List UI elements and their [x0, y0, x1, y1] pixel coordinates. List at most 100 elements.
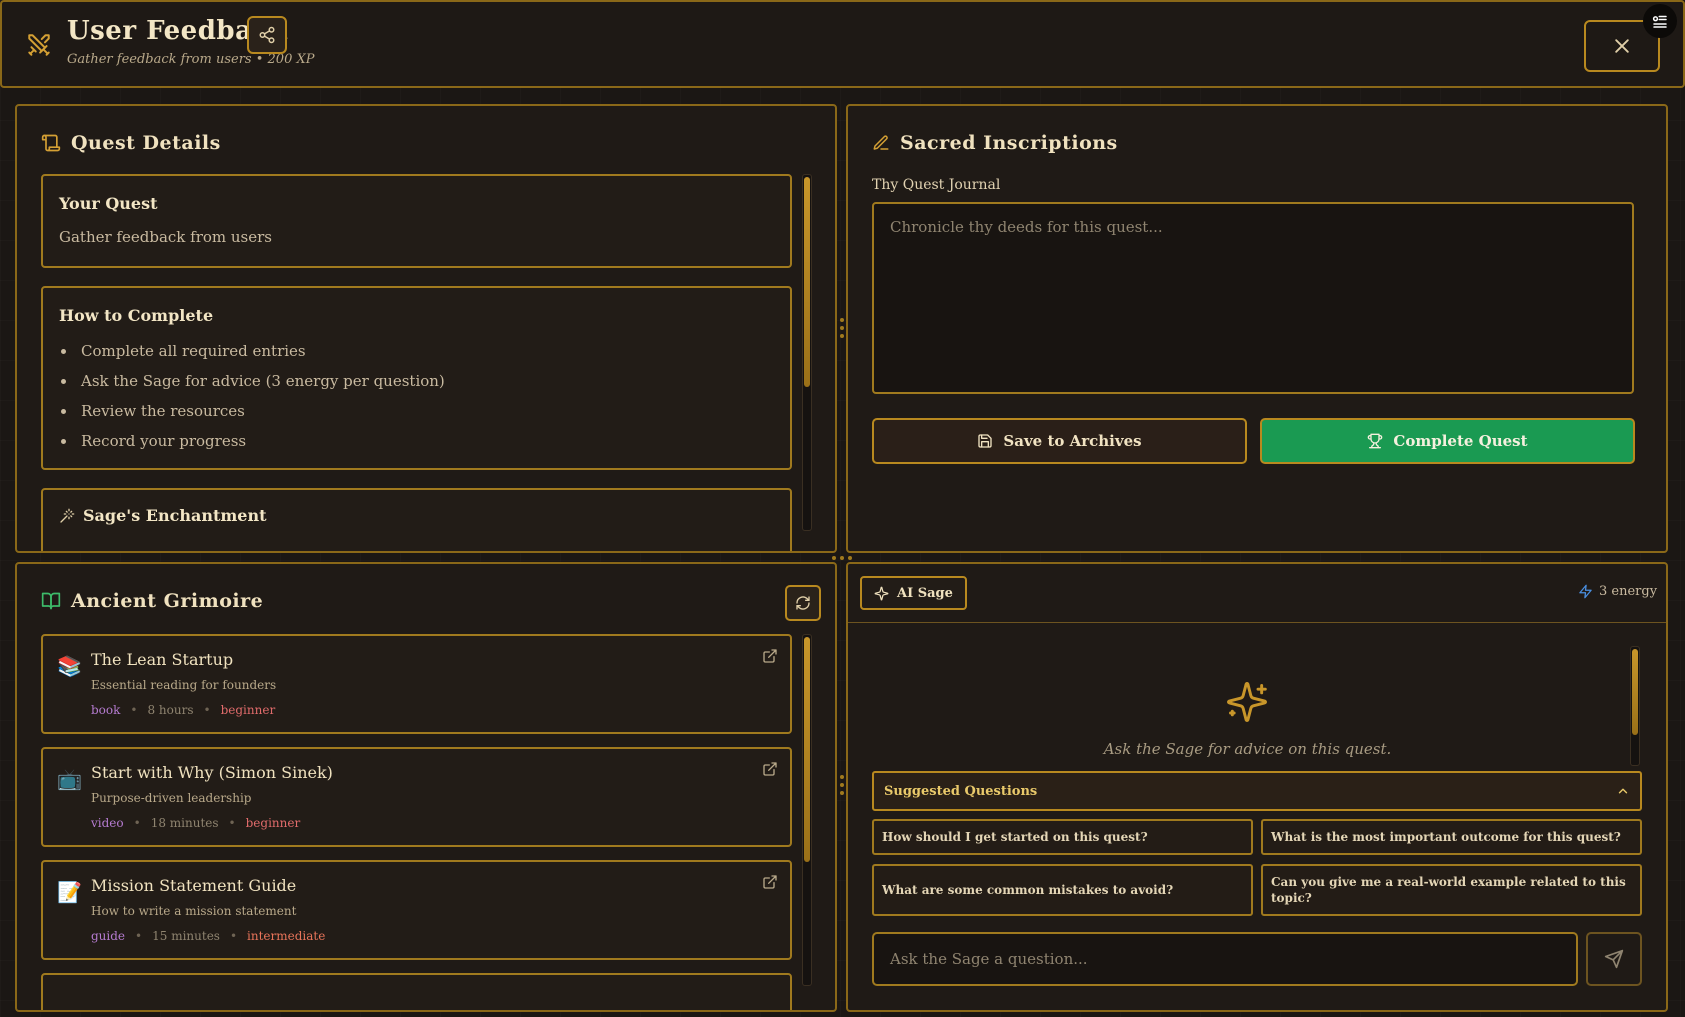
ask-sage-input[interactable]: Ask the Sage a question... — [872, 932, 1578, 986]
resource-description: Purpose-driven leadership — [91, 791, 252, 805]
resource-card[interactable]: 📺 Start with Why (Simon Sinek) Purpose-d… — [41, 747, 792, 847]
suggested-questions-toggle[interactable]: Suggested Questions — [872, 771, 1642, 811]
crossed-swords-icon — [28, 34, 50, 56]
resource-type: video — [91, 816, 124, 830]
complete-quest-button[interactable]: Complete Quest — [1260, 418, 1635, 464]
page-subtitle: Gather feedback from users • 200 XP — [67, 52, 315, 67]
suggested-question-button[interactable]: What are some common mistakes to avoid? — [872, 864, 1253, 916]
how-to-complete-list: Complete all required entries Ask the Sa… — [59, 336, 445, 456]
sparkles-large-icon — [1227, 682, 1267, 722]
share-button[interactable] — [247, 16, 287, 54]
menu-toggle-button[interactable] — [1643, 4, 1677, 38]
grip-dot — [848, 556, 852, 560]
save-to-archives-button[interactable]: Save to Archives — [872, 418, 1247, 464]
quest-header: User Feedback Gather feedback from users… — [0, 0, 1685, 88]
separator-dot: • — [228, 816, 236, 830]
how-to-complete-card: How to Complete Complete all required en… — [41, 286, 792, 470]
external-link-icon[interactable] — [762, 874, 778, 890]
quest-details-panel: Quest Details Your Quest Gather feedback… — [15, 104, 837, 553]
resource-meta: guide • 15 minutes • intermediate — [91, 929, 325, 943]
send-button[interactable] — [1586, 932, 1642, 986]
resource-description: Essential reading for founders — [91, 678, 277, 692]
resource-meta: video • 18 minutes • beginner — [91, 816, 300, 830]
vertical-resize-handle-top[interactable] — [840, 318, 844, 344]
resource-level: beginner — [245, 816, 301, 830]
chevron-up-icon — [1618, 788, 1628, 794]
grip-dot — [840, 334, 844, 338]
open-book-icon — [41, 592, 61, 610]
complete-button-label: Complete Quest — [1393, 432, 1528, 450]
quest-journal-textarea[interactable]: Chronicle thy deeds for this quest... — [872, 202, 1634, 394]
refresh-icon — [796, 596, 810, 610]
scrollbar-thumb[interactable] — [804, 177, 810, 387]
resource-card[interactable]: 📚 The Lean Startup Essential reading for… — [41, 634, 792, 734]
resource-type: guide — [91, 929, 126, 943]
resource-type: book — [91, 703, 121, 717]
resource-meta: book • 8 hours • beginner — [91, 703, 275, 717]
grip-dot — [840, 791, 844, 795]
grimoire-title: Ancient Grimoire — [71, 590, 264, 612]
resource-duration: 15 minutes — [152, 929, 220, 943]
grip-dot — [840, 318, 844, 322]
floppy-disk-icon — [978, 434, 993, 448]
books-icon: 📚 — [57, 654, 82, 678]
trophy-icon — [1368, 433, 1383, 449]
sage-chat-scrollbar[interactable] — [1630, 646, 1640, 766]
resource-title: Start with Why (Simon Sinek) — [91, 763, 333, 782]
tv-icon: 📺 — [57, 767, 82, 791]
energy-count: 3 energy — [1599, 584, 1658, 599]
ai-sage-tab[interactable]: AI Sage — [860, 576, 967, 610]
sages-enchantment-card: Sage's Enchantment — [41, 488, 792, 551]
sages-enchantment-heading: Sage's Enchantment — [83, 506, 267, 525]
vertical-resize-handle-bottom[interactable] — [840, 775, 844, 801]
sage-empty-message: Ask the Sage for advice on this quest. — [1103, 740, 1392, 758]
settings-list-icon — [1652, 15, 1667, 28]
ai-sage-tab-label: AI Sage — [897, 585, 953, 601]
scrollbar-thumb[interactable] — [804, 637, 810, 862]
separator-dot: • — [203, 703, 211, 717]
pen-icon — [873, 135, 889, 150]
resource-title: Mission Statement Guide — [91, 876, 297, 895]
list-item: Review the resources — [59, 396, 445, 426]
separator-dot: • — [130, 703, 138, 717]
your-quest-card: Your Quest Gather feedback from users — [41, 174, 792, 268]
ancient-grimoire-panel: Ancient Grimoire 📚 The Lean Startup Esse… — [15, 562, 837, 1012]
sage-header-divider — [848, 622, 1666, 623]
magic-wand-icon — [60, 508, 75, 523]
inscriptions-title: Sacred Inscriptions — [900, 132, 1118, 154]
suggested-question-button[interactable]: Can you give me a real-world example rel… — [1261, 864, 1642, 916]
how-to-complete-heading: How to Complete — [59, 306, 214, 325]
close-icon — [1615, 39, 1629, 53]
sparkles-icon — [874, 586, 889, 600]
list-item: Ask the Sage for advice (3 energy per qu… — [59, 366, 445, 396]
grip-dot — [840, 783, 844, 787]
quest-details-title: Quest Details — [71, 132, 221, 154]
separator-dot: • — [133, 816, 141, 830]
send-icon — [1604, 949, 1624, 969]
grip-dot — [840, 326, 844, 330]
list-item: Complete all required entries — [59, 336, 445, 366]
horizontal-resize-handle[interactable] — [832, 555, 854, 561]
separator-dot: • — [229, 929, 238, 943]
resource-duration: 8 hours — [147, 703, 194, 717]
sacred-inscriptions-panel: Sacred Inscriptions Thy Quest Journal Ch… — [846, 104, 1668, 553]
grimoire-title-row: Ancient Grimoire — [41, 590, 263, 612]
refresh-resources-button[interactable] — [785, 585, 821, 621]
external-link-icon[interactable] — [762, 761, 778, 777]
grimoire-scrollbar[interactable] — [802, 634, 812, 986]
suggested-question-button[interactable]: What is the most important outcome for t… — [1261, 819, 1642, 855]
quest-details-scrollbar[interactable] — [802, 174, 812, 531]
grip-dot — [840, 775, 844, 779]
grip-dot — [832, 556, 836, 560]
resource-card[interactable]: 📝 Mission Statement Guide How to write a… — [41, 860, 792, 960]
resource-card[interactable] — [41, 973, 792, 1010]
scrollbar-thumb[interactable] — [1632, 649, 1638, 735]
resource-title: The Lean Startup — [91, 650, 234, 669]
scroll-icon — [41, 134, 61, 152]
inscriptions-title-row: Sacred Inscriptions — [872, 132, 1118, 154]
suggested-question-button[interactable]: How should I get started on this quest? — [872, 819, 1253, 855]
your-quest-heading: Your Quest — [59, 194, 158, 213]
share-icon — [259, 26, 275, 44]
grip-dot — [840, 556, 844, 560]
external-link-icon[interactable] — [762, 648, 778, 664]
